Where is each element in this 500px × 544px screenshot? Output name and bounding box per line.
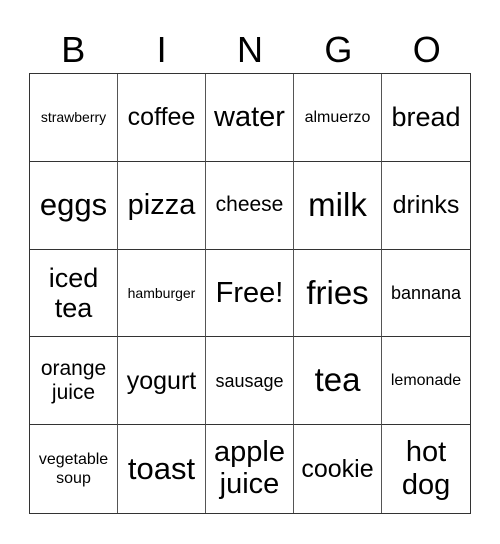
bingo-cell[interactable]: sausage: [206, 337, 294, 426]
bingo-cell[interactable]: coffee: [118, 74, 206, 162]
bingo-grid: strawberry coffee water almuerzo bread e…: [29, 73, 471, 514]
bingo-cell[interactable]: orange juice: [30, 337, 118, 426]
header-letter-i: I: [156, 29, 167, 70]
bingo-cell[interactable]: milk: [294, 161, 382, 250]
bingo-cell[interactable]: drinks: [382, 162, 470, 250]
bingo-cell[interactable]: vegetable soup: [30, 425, 118, 513]
free-space[interactable]: Free!: [206, 249, 294, 338]
header-letter-g: G: [324, 29, 353, 70]
bingo-cell[interactable]: apple juice: [206, 425, 294, 513]
bingo-cell[interactable]: toast: [118, 425, 206, 513]
bingo-cell[interactable]: fries: [294, 249, 382, 338]
bingo-cell[interactable]: water: [206, 74, 294, 162]
bingo-cell[interactable]: hot dog: [382, 425, 470, 513]
bingo-cell[interactable]: lemonade: [382, 337, 470, 426]
header-letter-n: N: [236, 29, 263, 70]
bingo-cell[interactable]: yogurt: [118, 337, 206, 426]
bingo-cell[interactable]: bread: [382, 74, 470, 162]
header-letter-o: O: [412, 29, 441, 70]
bingo-cell[interactable]: cookie: [294, 425, 382, 513]
bingo-cell[interactable]: iced tea: [30, 249, 118, 338]
bingo-cell[interactable]: almuerzo: [294, 74, 382, 162]
bingo-cell[interactable]: eggs: [30, 161, 118, 250]
bingo-cell[interactable]: bannana: [382, 250, 470, 338]
bingo-cell[interactable]: strawberry: [30, 74, 118, 162]
bingo-cell[interactable]: hamburger: [118, 249, 206, 338]
bingo-cell[interactable]: tea: [294, 337, 382, 426]
bingo-header: B I N G O: [29, 28, 471, 72]
bingo-cell[interactable]: cheese: [206, 161, 294, 250]
header-letter-b: B: [61, 29, 86, 70]
bingo-cell[interactable]: pizza: [118, 161, 206, 250]
